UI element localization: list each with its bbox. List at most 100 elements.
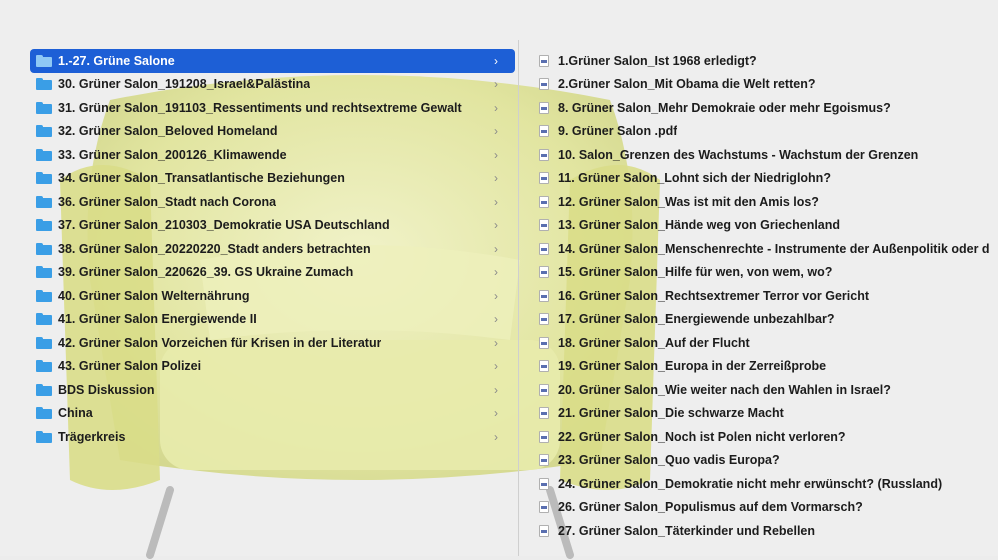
file-row[interactable]: 21. Grüner Salon_Die schwarze Macht bbox=[521, 402, 998, 426]
document-icon bbox=[539, 78, 549, 91]
folder-icon bbox=[36, 383, 52, 396]
chevron-right-icon: › bbox=[494, 406, 498, 421]
folder-row[interactable]: 33. Grüner Salon_200126_Klimawende › bbox=[0, 143, 517, 167]
file-label: 22. Grüner Salon_Noch ist Polen nicht ve… bbox=[558, 429, 846, 444]
folder-icon bbox=[36, 172, 52, 185]
file-row[interactable]: 15. Grüner Salon_Hilfe für wen, von wem,… bbox=[521, 261, 998, 285]
folder-icon bbox=[36, 125, 52, 138]
file-label: 12. Grüner Salon_Was ist mit den Amis lo… bbox=[558, 194, 819, 209]
document-icon bbox=[539, 477, 549, 490]
folder-label: 40. Grüner Salon Welternährung bbox=[58, 288, 250, 303]
folder-label: Trägerkreis bbox=[58, 429, 126, 444]
folder-icon bbox=[36, 313, 52, 326]
folder-row[interactable]: 34. Grüner Salon_Transatlantische Bezieh… bbox=[0, 167, 517, 191]
file-row[interactable]: 13. Grüner Salon_Hände weg von Griechenl… bbox=[521, 214, 998, 238]
file-label: 21. Grüner Salon_Die schwarze Macht bbox=[558, 406, 784, 421]
file-label: 24. Grüner Salon_Demokratie nicht mehr e… bbox=[558, 476, 943, 491]
chevron-right-icon: › bbox=[494, 171, 498, 186]
file-label: 27. Grüner Salon_Täterkinder und Rebelle… bbox=[558, 523, 816, 538]
file-row[interactable]: 16. Grüner Salon_Rechtsextremer Terror v… bbox=[521, 284, 998, 308]
folder-label: 41. Grüner Salon Energiewende II bbox=[58, 312, 257, 327]
column-divider[interactable] bbox=[518, 40, 519, 556]
file-row[interactable]: 10. Salon_Grenzen des Wachstums - Wachst… bbox=[521, 143, 998, 167]
chevron-right-icon: › bbox=[494, 359, 498, 374]
folder-icon bbox=[36, 101, 52, 114]
folder-row[interactable]: 43. Grüner Salon Polizei › bbox=[0, 355, 517, 379]
folder-row[interactable]: 1.-27. Grüne Salone › bbox=[30, 49, 515, 73]
folder-label: 42. Grüner Salon Vorzeichen für Krisen i… bbox=[58, 335, 382, 350]
chevron-right-icon: › bbox=[494, 241, 498, 256]
folder-icon bbox=[36, 407, 52, 420]
folder-icon bbox=[36, 289, 52, 302]
file-row[interactable]: 9. Grüner Salon .pdf bbox=[521, 120, 998, 144]
document-icon bbox=[539, 524, 549, 537]
file-label: 15. Grüner Salon_Hilfe für wen, von wem,… bbox=[558, 265, 833, 280]
file-row[interactable]: 19. Grüner Salon_Europa in der Zerreißpr… bbox=[521, 355, 998, 379]
folder-row[interactable]: China › bbox=[0, 402, 517, 426]
file-row[interactable]: 12. Grüner Salon_Was ist mit den Amis lo… bbox=[521, 190, 998, 214]
document-icon bbox=[539, 125, 549, 138]
file-row[interactable]: 27. Grüner Salon_Täterkinder und Rebelle… bbox=[521, 519, 998, 543]
folder-icon bbox=[36, 430, 52, 443]
document-icon bbox=[539, 501, 549, 514]
file-label: 13. Grüner Salon_Hände weg von Griechenl… bbox=[558, 218, 841, 233]
folder-row[interactable]: 42. Grüner Salon Vorzeichen für Krisen i… bbox=[0, 331, 517, 355]
folder-label: 31. Grüner Salon_191103_Ressentiments un… bbox=[58, 100, 462, 115]
document-icon bbox=[539, 195, 549, 208]
folder-label: 37. Grüner Salon_210303_Demokratie USA D… bbox=[58, 218, 390, 233]
document-icon bbox=[539, 336, 549, 349]
file-label: 18. Grüner Salon_Auf der Flucht bbox=[558, 335, 750, 350]
folder-label: 43. Grüner Salon Polizei bbox=[58, 359, 202, 374]
folder-row[interactable]: 40. Grüner Salon Welternährung › bbox=[0, 284, 517, 308]
chevron-right-icon: › bbox=[494, 77, 498, 92]
file-row[interactable]: 11. Grüner Salon_Lohnt sich der Niedrigl… bbox=[521, 167, 998, 191]
file-row[interactable]: 24. Grüner Salon_Demokratie nicht mehr e… bbox=[521, 472, 998, 496]
file-row[interactable]: 2.Grüner Salon_Mit Obama die Welt retten… bbox=[521, 73, 998, 97]
file-row[interactable]: 20. Grüner Salon_Wie weiter nach den Wah… bbox=[521, 378, 998, 402]
file-row[interactable]: 26. Grüner Salon_Populismus auf dem Vorm… bbox=[521, 496, 998, 520]
folder-row[interactable]: 41. Grüner Salon Energiewende II › bbox=[0, 308, 517, 332]
folder-row[interactable]: 30. Grüner Salon_191208_Israel&Palästina… bbox=[0, 73, 517, 97]
chevron-right-icon: › bbox=[494, 382, 498, 397]
folder-label: BDS Diskussion bbox=[58, 382, 155, 397]
file-row[interactable]: 18. Grüner Salon_Auf der Flucht bbox=[521, 331, 998, 355]
folder-label: 1.-27. Grüne Salone bbox=[58, 53, 175, 68]
folder-label: 33. Grüner Salon_200126_Klimawende bbox=[58, 147, 287, 162]
folder-label: 32. Grüner Salon_Beloved Homeland bbox=[58, 124, 278, 139]
chevron-right-icon: › bbox=[494, 53, 498, 68]
document-icon bbox=[539, 266, 549, 279]
folder-icon bbox=[36, 360, 52, 373]
file-row[interactable]: 17. Grüner Salon_Energiewende unbezahlba… bbox=[521, 308, 998, 332]
folder-row[interactable]: 32. Grüner Salon_Beloved Homeland › bbox=[0, 120, 517, 144]
folder-icon bbox=[36, 78, 52, 91]
file-label: 14. Grüner Salon_Menschenrechte - Instru… bbox=[558, 241, 990, 256]
file-row[interactable]: 1.Grüner Salon_Ist 1968 erledigt? bbox=[521, 49, 998, 73]
file-row[interactable]: 14. Grüner Salon_Menschenrechte - Instru… bbox=[521, 237, 998, 261]
document-icon bbox=[539, 313, 549, 326]
folder-row[interactable]: 36. Grüner Salon_Stadt nach Corona › bbox=[0, 190, 517, 214]
folder-row[interactable]: Trägerkreis › bbox=[0, 425, 517, 449]
folder-label: 39. Grüner Salon_220626_39. GS Ukraine Z… bbox=[58, 265, 354, 280]
document-icon bbox=[539, 454, 549, 467]
file-row[interactable]: 8. Grüner Salon_Mehr Demokraie oder mehr… bbox=[521, 96, 998, 120]
file-label: 8. Grüner Salon_Mehr Demokraie oder mehr… bbox=[558, 100, 891, 115]
folder-row[interactable]: 37. Grüner Salon_210303_Demokratie USA D… bbox=[0, 214, 517, 238]
file-label: 1.Grüner Salon_Ist 1968 erledigt? bbox=[558, 53, 757, 68]
folder-row[interactable]: 31. Grüner Salon_191103_Ressentiments un… bbox=[0, 96, 517, 120]
folder-icon bbox=[36, 54, 52, 67]
chevron-right-icon: › bbox=[494, 147, 498, 162]
folder-label: 36. Grüner Salon_Stadt nach Corona bbox=[58, 194, 277, 209]
document-icon bbox=[539, 101, 549, 114]
chevron-right-icon: › bbox=[494, 265, 498, 280]
folder-row[interactable]: 39. Grüner Salon_220626_39. GS Ukraine Z… bbox=[0, 261, 517, 285]
folder-icon bbox=[36, 148, 52, 161]
folder-row[interactable]: 38. Grüner Salon_20220220_Stadt anders b… bbox=[0, 237, 517, 261]
file-row[interactable]: 22. Grüner Salon_Noch ist Polen nicht ve… bbox=[521, 425, 998, 449]
folder-icon bbox=[36, 195, 52, 208]
file-column: 1.Grüner Salon_Ist 1968 erledigt? 2.Grüne… bbox=[521, 49, 998, 556]
document-icon bbox=[539, 383, 549, 396]
file-row[interactable]: 23. Grüner Salon_Quo vadis Europa? bbox=[521, 449, 998, 473]
folder-icon bbox=[36, 266, 52, 279]
folder-row[interactable]: BDS Diskussion › bbox=[0, 378, 517, 402]
document-icon bbox=[539, 172, 549, 185]
